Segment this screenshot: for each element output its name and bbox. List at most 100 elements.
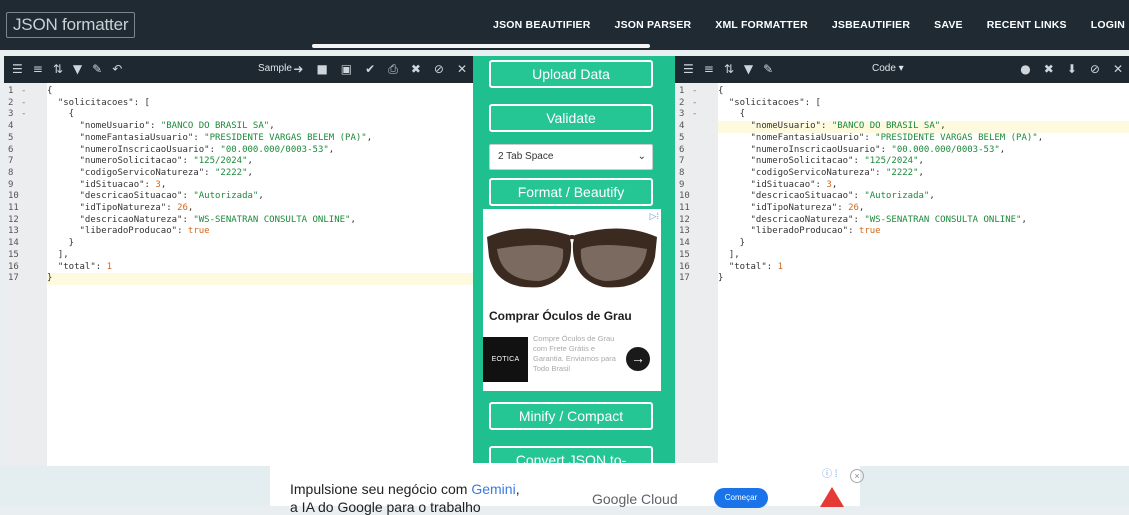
clear-icon[interactable]: ✖ [411,62,421,76]
fullscreen-icon[interactable]: ✕ [1113,62,1123,76]
progress-stripe [312,44,650,48]
code-line[interactable]: "idTipoNatureza": 26, [47,203,473,215]
nav-json-beautifier[interactable]: JSON BEAUTIFIER [493,19,591,31]
code-line[interactable]: { [718,86,1129,98]
output-gutter: 1-2-3-4 5 6 7 8 9 10 11 12 13 14 15 16 17 [675,83,718,466]
input-editor[interactable]: ☰ ≡ ⇅ ▼ ✎ ↶ Sample ➜ ■ ▣ ✔ ⎙ ✖ ⊘ ✕ 1-2-3… [4,56,473,466]
ad-gemini-text: Gemini [471,481,516,497]
code-line[interactable]: "nomeFantasiaUsuario": "PRESIDENTE VARGA… [47,133,473,145]
code-line[interactable]: } [718,238,1129,250]
code-line[interactable]: "codigoServicoNatureza": "2222", [718,168,1129,180]
arrow-right-icon[interactable]: → [626,347,650,371]
output-editor[interactable]: ☰ ≡ ⇅ ▼ ✎ Code ▾ ● ✖ ⬇ ⊘ ✕ 1-2-3-4567891… [675,56,1129,466]
format-beautify-button[interactable]: Format / Beautify [489,178,653,206]
code-line[interactable]: "nomeUsuario": "BANCO DO BRASIL SA", [47,121,473,133]
code-line[interactable]: "idSituacao": 3, [718,180,1129,192]
code-line[interactable]: ], [718,250,1129,262]
code-line[interactable]: ], [47,250,473,262]
wrench-icon[interactable]: ✎ [92,62,102,76]
format-icon[interactable]: ☰ [683,62,694,76]
output-code-area[interactable]: { "solicitacoes": [ { "nomeUsuario": "BA… [718,83,1129,466]
sort-icon[interactable]: ⇅ [53,62,63,76]
code-line[interactable]: } [718,273,1129,285]
link-icon[interactable]: ⊘ [1090,62,1100,76]
filter-icon[interactable]: ▼ [744,62,753,76]
code-line[interactable]: "solicitacoes": [ [718,98,1129,110]
code-line[interactable]: "idSituacao": 3, [47,180,473,192]
upload-data-button[interactable]: Upload Data [489,60,653,88]
sample-label[interactable]: Sample [258,63,292,74]
code-mode-select[interactable]: Code ▾ [872,63,904,74]
check-icon[interactable]: ✔ [365,62,375,76]
ad-description: Compre Óculos de Grau com Frete Grátis e… [533,334,616,373]
validate-button[interactable]: Validate [489,104,653,132]
sort-icon[interactable]: ⇅ [724,62,734,76]
indent-select[interactable]: 2 Tab Space ⌄ [489,144,653,170]
wrench-icon[interactable]: ✎ [763,62,773,76]
input-code-area[interactable]: { "solicitacoes": [ { "nomeUsuario": "BA… [47,83,473,466]
code-line[interactable]: { [47,86,473,98]
format-icon[interactable]: ☰ [12,62,23,76]
input-toolbar: ☰ ≡ ⇅ ▼ ✎ ↶ Sample ➜ ■ ▣ ✔ ⎙ ✖ ⊘ ✕ [4,56,473,83]
nav-save[interactable]: SAVE [934,19,963,31]
clear-icon[interactable]: ✖ [1044,62,1054,76]
nav-jsbeautifier[interactable]: JSBEAUTIFIER [832,19,910,31]
copy-icon[interactable]: ▣ [341,62,352,76]
ad-subline: a IA do Google para o trabalho [290,499,481,515]
code-line[interactable]: "numeroInscricaoUsuario": "00.000.000/00… [47,145,473,157]
undo-icon[interactable]: ↶ [112,62,122,76]
code-line[interactable]: "liberadoProducao": true [47,226,473,238]
output-toolbar: ☰ ≡ ⇅ ▼ ✎ Code ▾ ● ✖ ⬇ ⊘ ✕ [675,56,1129,83]
site-logo[interactable]: JSON formatter [6,12,136,38]
code-line[interactable]: { [47,109,473,121]
code-line[interactable]: "total": 1 [47,262,473,274]
code-mode-label: Code [872,63,896,74]
nav-recent-links[interactable]: RECENT LINKS [987,19,1067,31]
code-line[interactable]: "nomeUsuario": "BANCO DO BRASIL SA", [718,121,1129,133]
link-icon[interactable]: ⊘ [434,62,444,76]
ad-choices-icon[interactable]: ▷⁞ [650,211,659,222]
code-line[interactable]: "nomeFantasiaUsuario": "PRESIDENTE VARGA… [718,133,1129,145]
code-line[interactable]: "codigoServicoNatureza": "2222", [47,168,473,180]
code-line[interactable]: "liberadoProducao": true [718,226,1129,238]
close-icon[interactable]: × [850,469,864,483]
code-line[interactable]: "numeroSolicitacao": "125/2024", [47,156,473,168]
ad-info-icon[interactable]: ⓘ ⁞ [822,465,838,480]
code-line[interactable]: } [47,273,473,285]
nav-login[interactable]: LOGIN [1091,19,1125,31]
folder-icon[interactable]: ■ [316,62,327,76]
nav-json-parser[interactable]: JSON PARSER [615,19,692,31]
code-line[interactable]: { [718,109,1129,121]
bottom-banner-ad[interactable]: Impulsione seu negócio com Gemini, a IA … [270,463,864,515]
download-icon[interactable]: ⬇ [1067,62,1077,76]
pin-icon[interactable]: ● [1020,62,1030,76]
compact-icon[interactable]: ≡ [33,62,43,76]
minify-compact-button[interactable]: Minify / Compact [489,402,653,430]
code-line[interactable]: "descricaoNatureza": "WS-SENATRAN CONSUL… [718,215,1129,227]
side-ad[interactable]: ▷⁞ Comprar Óculos de Grau EOTICA Compre … [483,209,661,391]
top-navbar: JSON formatter JSON BEAUTIFIER JSON PARS… [0,0,1129,50]
filter-icon[interactable]: ▼ [73,62,82,76]
chevron-down-icon: ⌄ [637,151,646,162]
code-line[interactable]: } [47,238,473,250]
google-cloud-logo: Google Cloud [592,491,678,507]
code-line[interactable]: "idTipoNatureza": 26, [718,203,1129,215]
action-panel: Upload Data Validate 2 Tab Space ⌄ Forma… [473,56,675,474]
arrow-right-icon[interactable]: ➜ [293,62,303,76]
ad-graphic [820,487,844,507]
code-line[interactable]: "numeroSolicitacao": "125/2024", [718,156,1129,168]
indent-select-value: 2 Tab Space [498,151,554,162]
code-line[interactable]: "solicitacoes": [ [47,98,473,110]
ad-headline: Impulsione seu negócio com Gemini, [290,481,520,497]
ad-title[interactable]: Comprar Óculos de Grau [489,309,632,323]
nav-xml-formatter[interactable]: XML FORMATTER [715,19,808,31]
fullscreen-icon[interactable]: ✕ [457,62,467,76]
code-line[interactable]: "descricaoSituacao": "Autorizada", [47,191,473,203]
code-line[interactable]: "descricaoSituacao": "Autorizada", [718,191,1129,203]
compact-icon[interactable]: ≡ [704,62,714,76]
code-line[interactable]: "descricaoNatureza": "WS-SENATRAN CONSUL… [47,215,473,227]
code-line[interactable]: "total": 1 [718,262,1129,274]
comecar-button[interactable]: Começar [714,488,768,508]
code-line[interactable]: "numeroInscricaoUsuario": "00.000.000/00… [718,145,1129,157]
print-icon[interactable]: ⎙ [388,62,398,76]
